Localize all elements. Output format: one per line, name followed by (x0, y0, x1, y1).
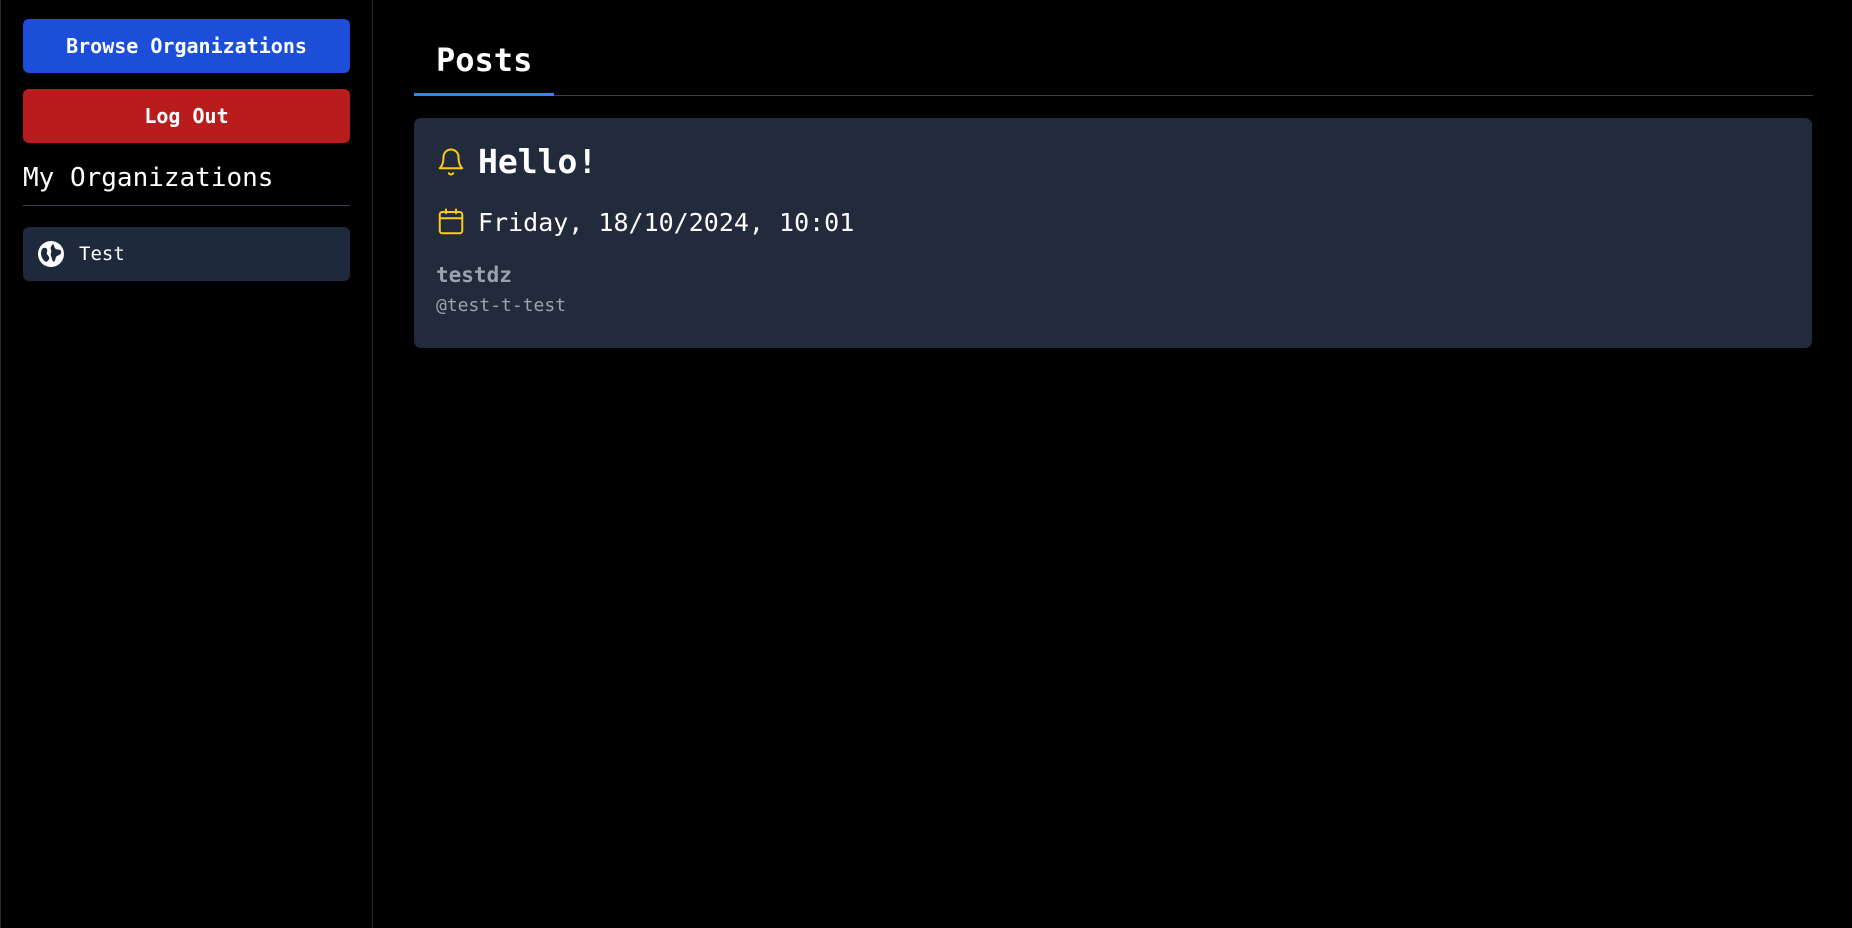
globe-icon (37, 240, 65, 268)
post-title: Hello! (478, 142, 598, 181)
main-content: Posts Hello! Friday, 18/10/2024, 10:01 t… (373, 0, 1852, 928)
post-title-row: Hello! (436, 142, 1790, 181)
sidebar-item-organization[interactable]: Test (23, 227, 350, 281)
post-handle: @test-t-test (436, 295, 567, 316)
post-card[interactable]: Hello! Friday, 18/10/2024, 10:01 testdz … (414, 118, 1812, 348)
sidebar: Browse Organizations Log Out My Organiza… (0, 0, 373, 928)
tab-bar: Posts (414, 28, 1813, 96)
calendar-icon (436, 207, 466, 237)
browse-organizations-button[interactable]: Browse Organizations (23, 19, 350, 73)
organization-label: Test (79, 243, 125, 265)
tab-posts[interactable]: Posts (414, 41, 555, 96)
post-date: Friday, 18/10/2024, 10:01 (478, 207, 855, 237)
app: Browse Organizations Log Out My Organiza… (0, 0, 1852, 928)
post-date-row: Friday, 18/10/2024, 10:01 (436, 207, 1790, 237)
my-organizations-heading: My Organizations (23, 163, 350, 206)
bell-icon (436, 147, 466, 177)
post-author: testdz (436, 263, 512, 287)
log-out-button[interactable]: Log Out (23, 89, 350, 143)
